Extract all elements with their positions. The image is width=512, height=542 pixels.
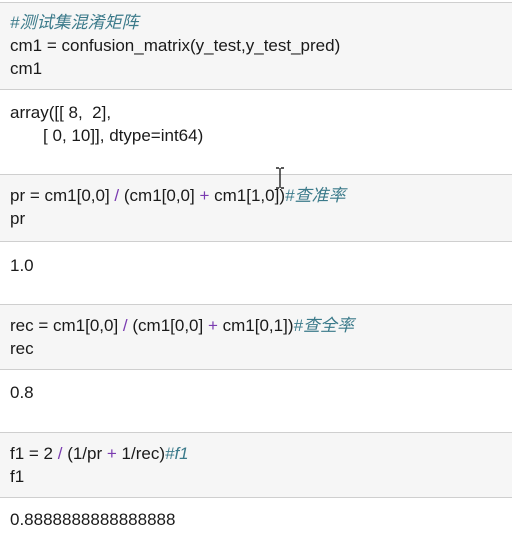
output-cell-recall: 0.8 <box>0 381 512 407</box>
text-cursor-icon <box>276 167 284 189</box>
plus-operator: + <box>106 444 117 463</box>
comment-text: #查全率 <box>293 316 354 335</box>
code-segment: 1/rec) <box>116 444 165 463</box>
code-line: f1 <box>10 467 25 486</box>
output-cell-confusion-matrix: array([[ 8, 2], [ 0, 10]], dtype=int64) <box>0 98 512 158</box>
output-line: array([[ 8, 2], <box>10 103 112 122</box>
code-line: cm1 = confusion_matrix(y_test,y_test_pre… <box>10 36 341 55</box>
code-line: cm1 <box>10 59 43 78</box>
code-line: rec = cm1[0,0] / (cm1[0,0] + cm1[0,1])#查… <box>10 314 512 337</box>
code-segment: pr = cm1[0,0] <box>10 186 115 205</box>
output-line: 0.8888888888888888 <box>10 510 176 529</box>
code-segment: f1 = 2 <box>10 444 58 463</box>
output-cell-precision: 1.0 <box>0 254 512 280</box>
code-line: rec <box>10 339 34 358</box>
code-segment: rec = cm1[0,0] <box>10 316 123 335</box>
code-cell-confusion-matrix[interactable]: #测试集混淆矩阵 cm1 = confusion_matrix(y_test,y… <box>0 2 512 90</box>
code-comment-line: #测试集混淆矩阵 <box>10 11 512 34</box>
comment-text: #f1 <box>165 444 189 463</box>
code-segment: (cm1[0,0] <box>119 186 200 205</box>
plus-operator: + <box>199 186 210 205</box>
output-cell-f1: 0.8888888888888888 <box>0 508 512 534</box>
code-cell-recall[interactable]: rec = cm1[0,0] / (cm1[0,0] + cm1[0,1])#查… <box>0 304 512 370</box>
code-segment: (1/pr <box>62 444 107 463</box>
code-cell-f1[interactable]: f1 = 2 / (1/pr + 1/rec)#f1 f1 <box>0 432 512 498</box>
output-line: 1.0 <box>10 256 34 275</box>
code-line: pr <box>10 209 26 228</box>
comment-text: #查准率 <box>285 186 346 205</box>
code-segment: cm1[0,1]) <box>217 316 294 335</box>
code-segment: (cm1[0,0] <box>127 316 208 335</box>
output-line: 0.8 <box>10 383 34 402</box>
code-cell-precision[interactable]: pr = cm1[0,0] / (cm1[0,0] + cm1[1,0])#查准… <box>0 174 512 242</box>
code-line: f1 = 2 / (1/pr + 1/rec)#f1 <box>10 442 512 465</box>
comment-text: #测试集混淆矩阵 <box>10 13 139 32</box>
code-line: pr = cm1[0,0] / (cm1[0,0] + cm1[1,0])#查准… <box>10 184 512 207</box>
code-segment: cm1[1,0]) <box>209 186 285 205</box>
output-line: [ 0, 10]], dtype=int64) <box>10 126 204 145</box>
plus-operator: + <box>207 316 218 335</box>
